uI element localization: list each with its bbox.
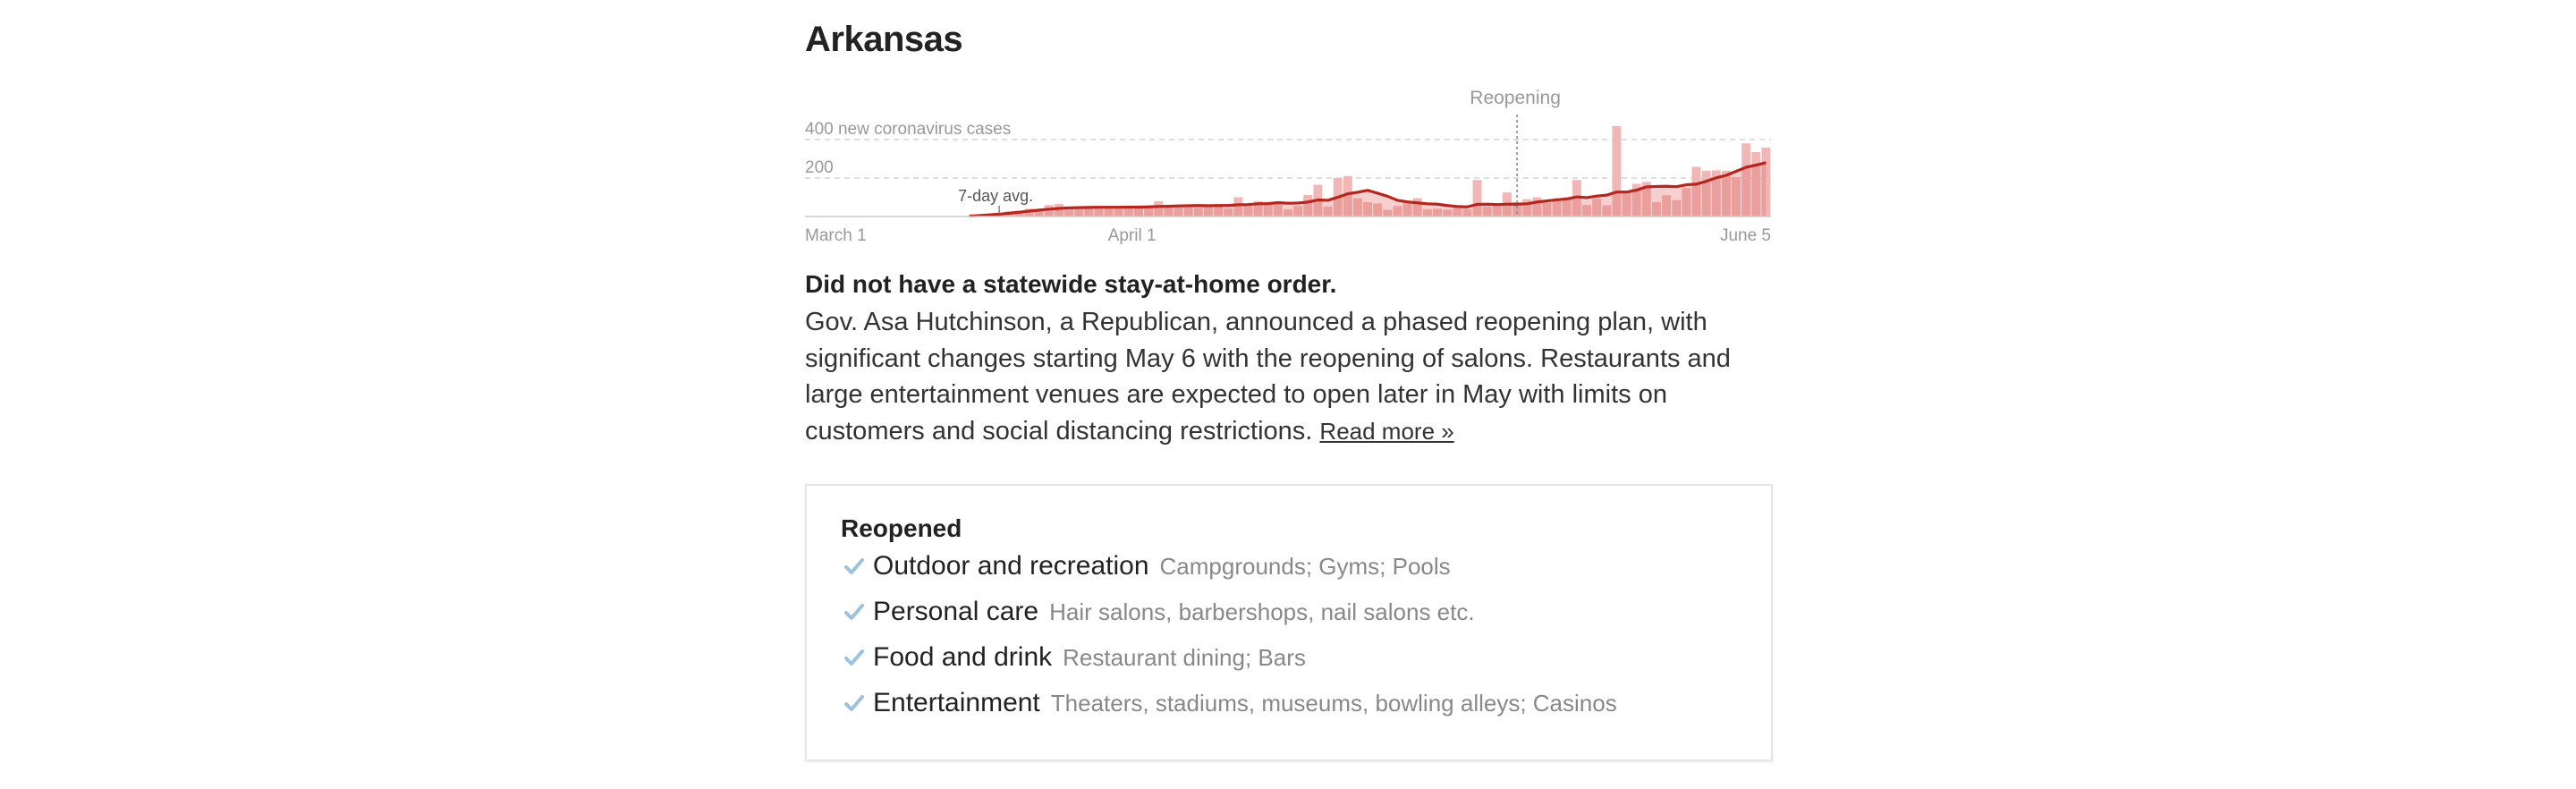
state-title: Arkansas	[805, 20, 963, 59]
order-status-description: Gov. Asa Hutchinson, a Republican, annou…	[805, 304, 1771, 449]
reopened-item: Entertainment Theaters, stadiums, museums…	[841, 685, 1617, 721]
avg-series-label: 7-day avg.	[958, 187, 1033, 205]
reopening-marker-label: Reopening	[1470, 88, 1561, 108]
reopened-details: Campgrounds; Gyms; Pools	[1159, 552, 1451, 580]
x-tick-label: June 5	[1720, 226, 1771, 245]
checkmark-icon	[841, 640, 868, 675]
cases-chart-svg: 400 new coronavirus cases 200 Reopening 7-d…	[805, 88, 1771, 245]
reopened-heading: Reopened	[841, 514, 962, 542]
reopened-details: Restaurant dining; Bars	[1063, 643, 1306, 671]
order-status-heading: Did not have a statewide stay-at-home or…	[805, 270, 1337, 298]
y-tick-label: 200	[805, 158, 834, 177]
reopened-details: Theaters, stadiums, museums, bowling all…	[1050, 689, 1617, 717]
reopened-category: Personal care	[873, 597, 1039, 626]
read-more-link[interactable]: Read more »	[1319, 418, 1453, 445]
order-status-body: Gov. Asa Hutchinson, a Republican, annou…	[805, 308, 1731, 445]
reopened-item: Food and drink Restaurant dining; Bars	[841, 640, 1306, 675]
x-tick-label: March 1	[805, 226, 867, 245]
cases-chart: 400 new coronavirus cases 200 Reopening 7-d…	[805, 79, 1771, 249]
reopened-details: Hair salons, barbershops, nail salons et…	[1049, 598, 1475, 625]
reopened-item: Outdoor and recreation Campgrounds; Gyms;…	[841, 548, 1451, 584]
reopened-category: Food and drink	[873, 642, 1053, 672]
checkmark-icon	[841, 594, 868, 630]
reopened-item: Personal care Hair salons, barbershops, n…	[841, 594, 1475, 630]
reopened-box: Reopened Outdoor and recreation Campgroun…	[805, 484, 1773, 761]
x-tick-label: April 1	[1108, 226, 1157, 245]
y-tick-label: 400 new coronavirus cases	[805, 120, 1011, 139]
reopened-category: Entertainment	[873, 688, 1040, 717]
checkmark-icon	[841, 685, 868, 721]
reopened-category: Outdoor and recreation	[873, 551, 1149, 581]
checkmark-icon	[841, 548, 868, 584]
